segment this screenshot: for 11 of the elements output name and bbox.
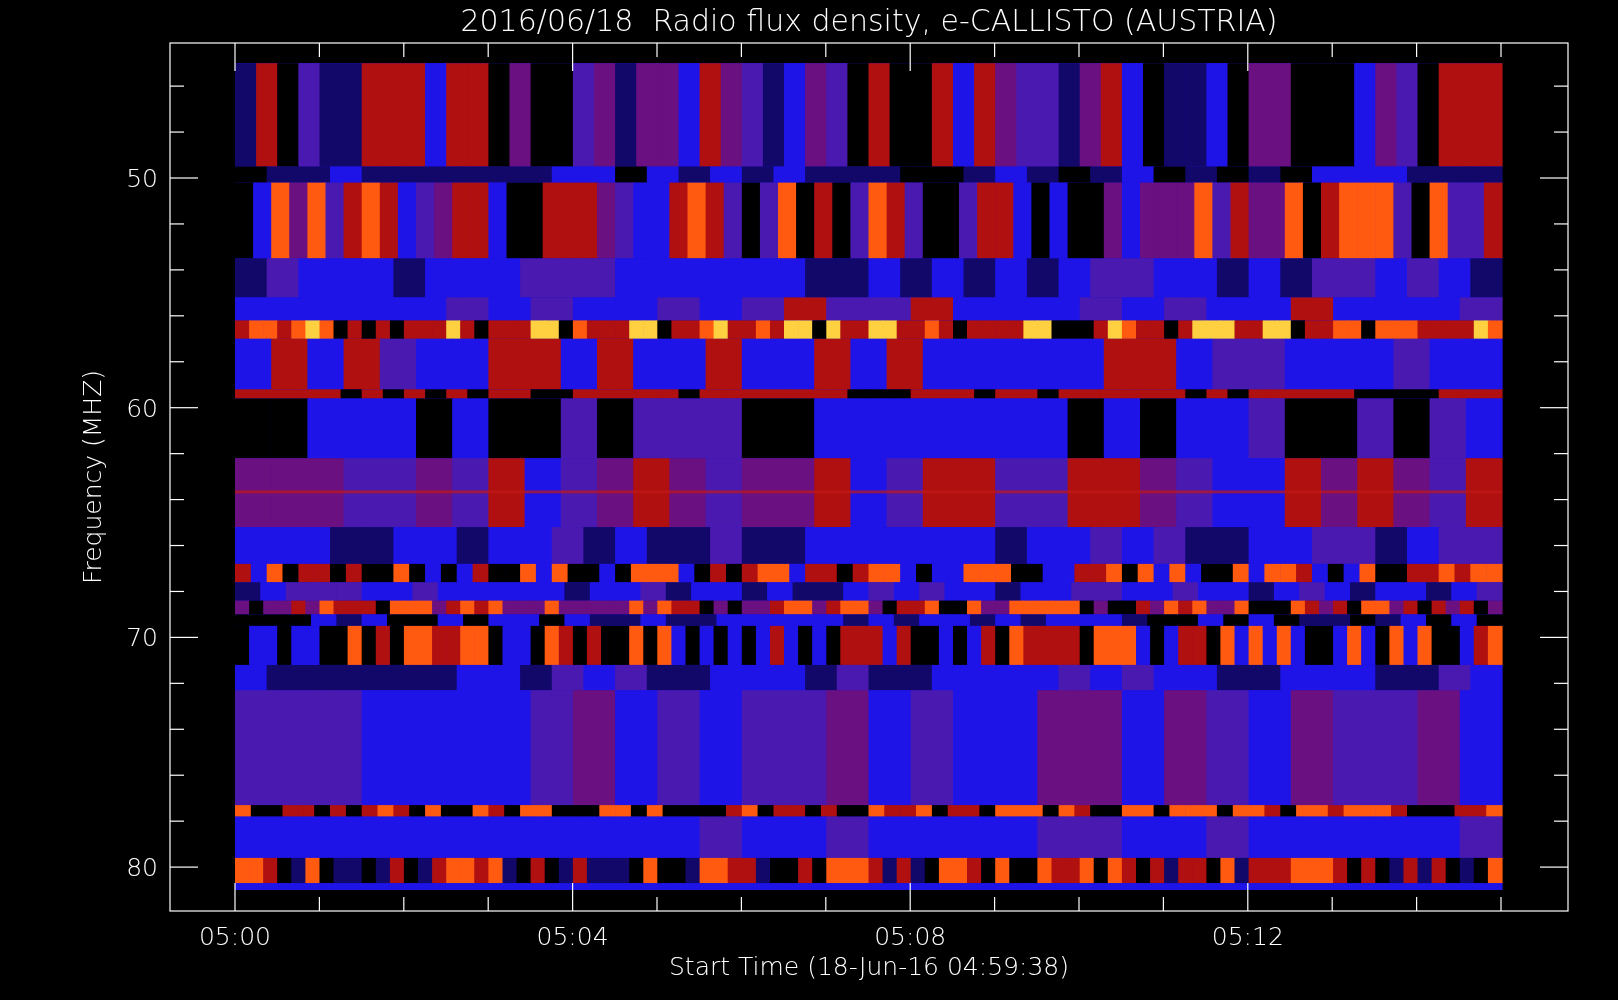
y-tick-label: 70 (126, 623, 158, 653)
x-tick-label: 05:08 (874, 922, 947, 951)
x-tick-label: 05:04 (536, 922, 609, 951)
x-axis-label: Start Time (18-Jun-16 04:59:38) (669, 952, 1069, 981)
y-tick-label: 60 (126, 393, 158, 423)
x-tick-label: 05:00 (199, 922, 271, 951)
y-tick-label: 80 (126, 853, 158, 883)
chart-title: 2016/06/18 Radio flux density, e-CALLISTO (AUSTRIA) (460, 3, 1278, 38)
y-tick-label: 50 (126, 164, 158, 193)
y-axis-label: Frequency (MHZ) (78, 369, 107, 585)
x-tick-label: 05:12 (1211, 922, 1284, 951)
